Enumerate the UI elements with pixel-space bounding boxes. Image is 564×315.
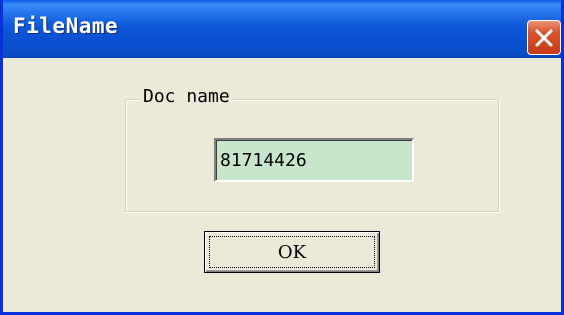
- close-x-icon: [534, 28, 554, 48]
- ok-button[interactable]: OK: [204, 231, 380, 273]
- window-title: FileName: [13, 14, 119, 38]
- doc-name-input[interactable]: [214, 138, 414, 182]
- ok-button-label: OK: [277, 241, 307, 263]
- title-bar[interactable]: FileName: [3, 0, 561, 58]
- filename-dialog: FileName Doc name OK: [0, 0, 564, 315]
- doc-name-group-label: Doc name: [140, 85, 233, 109]
- doc-name-groupbox: Doc name: [125, 85, 499, 212]
- close-button[interactable]: [527, 20, 561, 55]
- dialog-body: Doc name OK: [3, 58, 561, 312]
